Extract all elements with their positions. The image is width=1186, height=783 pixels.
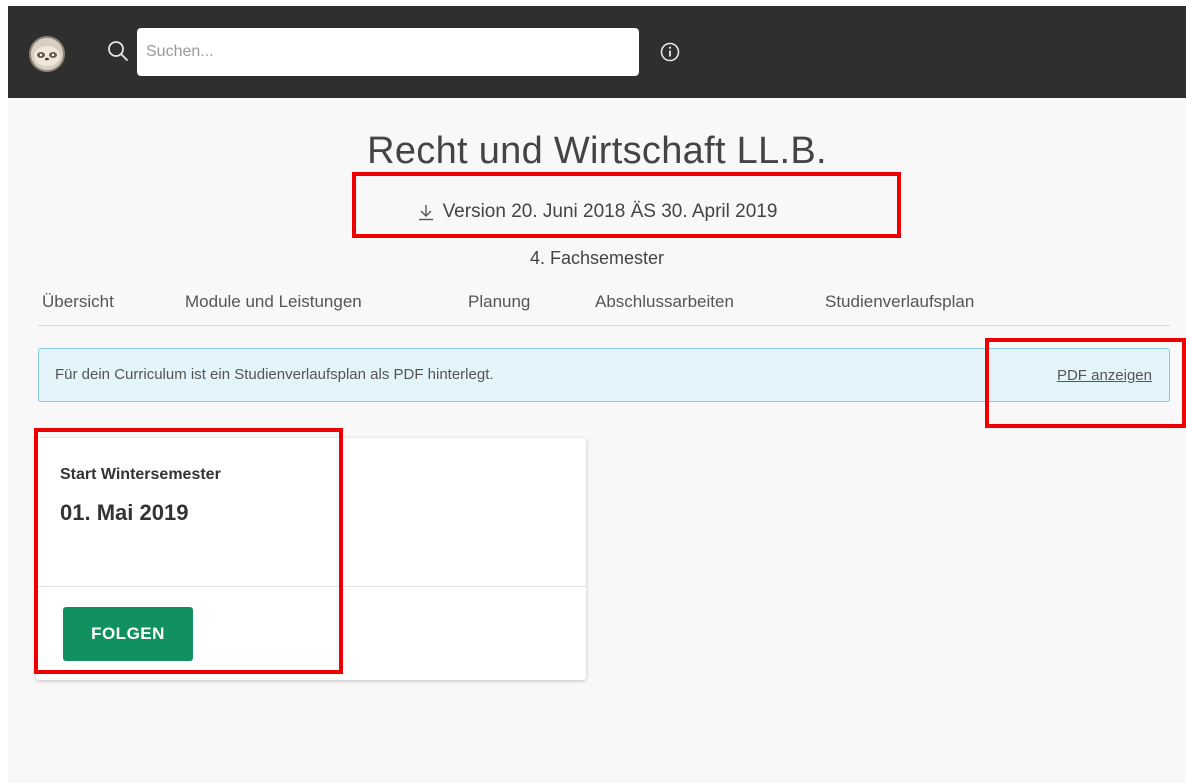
tab-abschlussarbeiten[interactable]: Abschlussarbeiten [595,292,734,312]
pdf-notice: Für dein Curriculum ist ein Studienverla… [38,348,1170,402]
semester-label: 4. Fachsemester [529,248,665,268]
version-link[interactable]: Version 20. Juni 2018 ÄS 30. April 2019 [352,195,842,229]
sloth-avatar-icon[interactable] [29,36,65,72]
tab-studienverlaufsplan[interactable]: Studienverlaufsplan [825,292,974,312]
card-date: 01. Mai 2019 [60,500,189,525]
pdf-link[interactable]: PDF anzeigen [1057,367,1152,384]
search-icon[interactable] [107,40,129,62]
version-label: Version 20. Juni 2018 ÄS 30. April 2019 [442,201,778,222]
semester-card: Start Wintersemester 01. Mai 2019 FOLGEN [36,438,586,680]
tab-bar: Übersicht Module und Leistungen Planung … [38,284,1170,326]
follow-button[interactable]: FOLGEN [63,607,193,661]
top-bar [8,6,1186,98]
download-icon [417,203,435,221]
tab-uebersicht[interactable]: Übersicht [42,292,114,312]
info-icon[interactable] [660,42,680,62]
notice-text: Für dein Curriculum ist ein Studienverla… [55,366,494,383]
tab-planung[interactable]: Planung [468,292,530,312]
page: Recht und Wirtschaft LL.B. Version 20. J… [8,6,1186,783]
search-input[interactable] [137,28,639,76]
card-divider [36,586,586,587]
tab-module-und-leistungen[interactable]: Module und Leistungen [185,292,362,312]
card-label: Start Wintersemester [60,466,221,483]
page-title: Recht und Wirtschaft LL.B. [367,130,827,172]
